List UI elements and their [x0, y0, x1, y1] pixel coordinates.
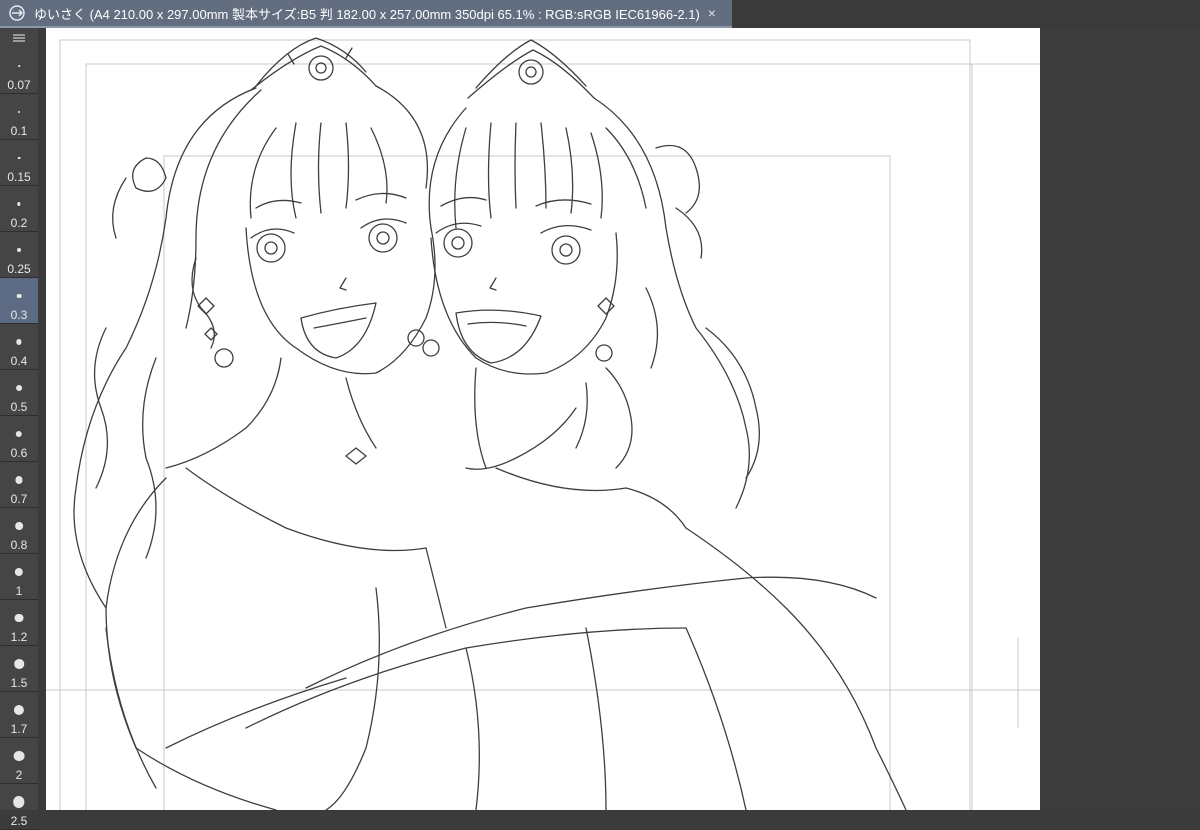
brush-size-dot: [13, 704, 25, 716]
brush-size-dot: [15, 476, 23, 484]
link-icon[interactable]: [6, 4, 28, 22]
brush-size-label: 0.6: [10, 446, 28, 460]
brush-size-label: 0.25: [7, 262, 31, 276]
brush-size-label: 0.7: [10, 492, 28, 506]
menu-handle-icon[interactable]: [0, 28, 38, 48]
brush-size-dot: [15, 522, 23, 530]
brush-size-label: 0.5: [10, 400, 28, 414]
document-title: ゆいさく (A4 210.00 x 297.00mm 製本サイズ:B5 判 18…: [34, 6, 700, 22]
brush-size-item[interactable]: 0.5: [0, 370, 38, 416]
brush-size-item[interactable]: 0.4: [0, 324, 38, 370]
brush-size-item[interactable]: 2: [0, 738, 38, 784]
brush-size-item[interactable]: 0.07: [0, 48, 38, 94]
brush-size-item[interactable]: 0.2: [0, 186, 38, 232]
brush-size-item[interactable]: 0.8: [0, 508, 38, 554]
brush-size-item[interactable]: 0.1: [0, 94, 38, 140]
brush-size-label: 0.3: [10, 308, 28, 322]
brush-size-dot: [13, 796, 25, 808]
brush-size-dot: [17, 110, 21, 114]
brush-size-dot: [17, 248, 21, 252]
brush-size-item[interactable]: 1.2: [0, 600, 38, 646]
brush-size-item[interactable]: 1.7: [0, 692, 38, 738]
brush-size-item[interactable]: 0.3: [0, 278, 38, 324]
brush-size-label: 0.07: [7, 78, 31, 92]
brush-size-label: 0.8: [10, 538, 28, 552]
right-empty-pane: [1040, 28, 1200, 810]
brush-size-dot: [14, 567, 24, 577]
document-tab[interactable]: ゆいさく (A4 210.00 x 297.00mm 製本サイズ:B5 判 18…: [0, 0, 732, 28]
brush-size-label: 0.4: [10, 354, 28, 368]
brush-size-dot: [17, 156, 21, 160]
brush-size-dot: [16, 339, 22, 345]
brush-size-item[interactable]: 0.15: [0, 140, 38, 186]
brush-size-label: 2: [15, 768, 23, 782]
brush-size-dot: [14, 613, 24, 623]
brush-size-label: 1.7: [10, 722, 28, 736]
brush-size-label: 0.1: [10, 124, 28, 138]
brush-size-label: 1: [15, 584, 23, 598]
brush-size-dot: [17, 202, 21, 206]
brush-size-label: 0.2: [10, 216, 28, 230]
brush-size-item[interactable]: 0.25: [0, 232, 38, 278]
title-bar: ゆいさく (A4 210.00 x 297.00mm 製本サイズ:B5 判 18…: [0, 0, 1200, 28]
brush-size-dot: [16, 385, 22, 391]
brush-size-item[interactable]: 0.6: [0, 416, 38, 462]
brush-size-dot: [15, 430, 23, 438]
canvas-artwork: [46, 28, 1040, 810]
close-tab-icon[interactable]: ×: [708, 5, 716, 21]
panel-divider: [38, 28, 46, 810]
brush-size-item[interactable]: 1: [0, 554, 38, 600]
brush-size-label: 2.5: [10, 814, 28, 828]
brush-size-dot: [13, 750, 25, 762]
brush-size-label: 0.15: [7, 170, 31, 184]
brush-size-dot: [18, 65, 20, 67]
brush-size-dot: [14, 659, 24, 669]
brush-size-label: 1.5: [10, 676, 28, 690]
brush-size-item[interactable]: 2.5: [0, 784, 38, 830]
brush-size-dot: [16, 293, 22, 299]
brush-size-item[interactable]: 0.7: [0, 462, 38, 508]
brush-size-label: 1.2: [10, 630, 28, 644]
drawing-canvas[interactable]: [46, 28, 1040, 810]
brush-size-item[interactable]: 1.5: [0, 646, 38, 692]
